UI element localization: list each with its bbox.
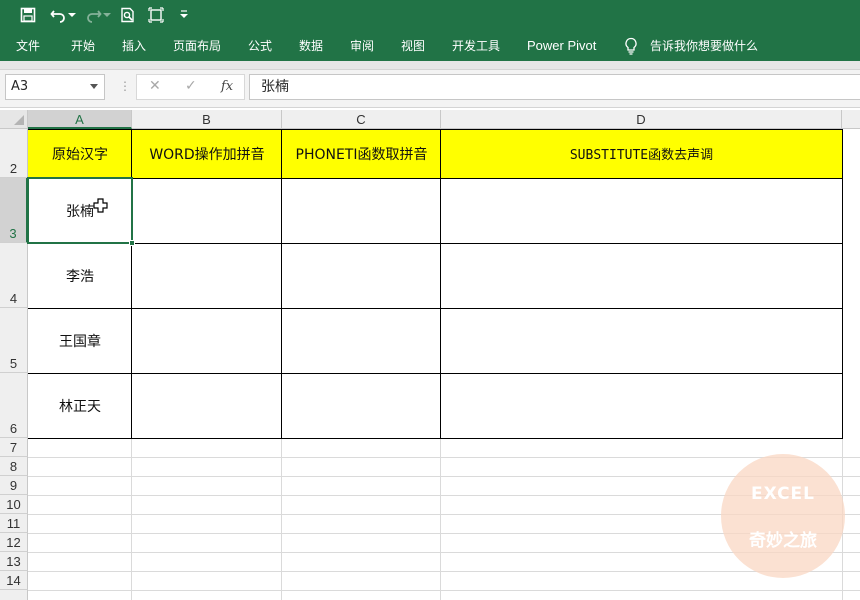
row-header-5[interactable]: 5 (0, 308, 28, 373)
gridline (28, 457, 860, 458)
cell-a2[interactable]: 原始汉字 (28, 129, 132, 178)
row-header-3[interactable]: 3 (0, 178, 28, 243)
tab-review[interactable]: 审阅 (350, 31, 374, 61)
table-border (28, 308, 843, 309)
lightbulb-icon (624, 31, 640, 61)
cell-a5[interactable]: 王国章 (28, 308, 132, 373)
cell-a4[interactable]: 李浩 (28, 243, 132, 308)
table-border (28, 373, 843, 374)
quick-access-toolbar (0, 0, 860, 31)
row-header-13[interactable]: 13 (0, 552, 28, 571)
formula-bar: A3 ⋮ ✕ ✓ fx 张楠 (0, 70, 860, 108)
print-preview-icon[interactable] (118, 4, 138, 26)
tell-me-search[interactable]: 告诉我你想要做什么 (650, 31, 758, 61)
redo-dropdown-icon[interactable] (102, 4, 112, 26)
undo-icon[interactable] (48, 4, 68, 26)
undo-dropdown-icon[interactable] (67, 4, 77, 26)
column-header-c[interactable]: C (282, 110, 441, 129)
formula-input[interactable]: 张楠 (249, 74, 860, 100)
watermark-line-2: 奇妙之旅 (749, 531, 817, 551)
save-icon[interactable] (18, 4, 38, 26)
tab-view[interactable]: 视图 (401, 31, 425, 61)
tab-file[interactable]: 文件 (16, 31, 40, 61)
column-header-b[interactable]: B (132, 110, 282, 129)
column-header-e[interactable] (842, 110, 860, 129)
row-header-4[interactable]: 4 (0, 243, 28, 308)
insert-function-icon[interactable]: fx (221, 79, 233, 94)
cancel-icon[interactable]: ✕ (149, 78, 161, 94)
chevron-down-icon[interactable] (90, 84, 98, 89)
row-header-8[interactable]: 8 (0, 457, 28, 476)
row-header-14[interactable]: 14 (0, 571, 28, 590)
enter-icon[interactable]: ✓ (185, 78, 197, 94)
table-border (281, 129, 282, 439)
name-box-value: A3 (11, 79, 29, 94)
row-header-2[interactable]: 2 (0, 129, 28, 178)
table-border (440, 129, 441, 439)
tab-data[interactable]: 数据 (299, 31, 323, 61)
watermark-line-1: EXCEL (750, 484, 816, 504)
row-header-15[interactable] (0, 590, 28, 600)
tab-power-pivot[interactable]: Power Pivot (527, 31, 596, 61)
formula-buttons: ✕ ✓ fx (136, 74, 245, 100)
row-header-12[interactable]: 12 (0, 533, 28, 552)
row-header-11[interactable]: 11 (0, 514, 28, 533)
customize-qat-icon[interactable] (178, 4, 190, 26)
gridline (28, 590, 860, 591)
column-header-d[interactable]: D (441, 110, 842, 129)
ribbon-tabs: 文件 开始 插入 页面布局 公式 数据 审阅 视图 开发工具 Power Piv… (0, 31, 860, 61)
select-all-button[interactable] (0, 110, 28, 129)
row-header-7[interactable]: 7 (0, 438, 28, 457)
active-cell-selection[interactable] (27, 177, 133, 244)
cell-a6[interactable]: 林正天 (28, 373, 132, 438)
cell-cursor-icon (93, 198, 109, 218)
tab-formulas[interactable]: 公式 (248, 31, 272, 61)
tab-home[interactable]: 开始 (71, 31, 95, 61)
tab-insert[interactable]: 插入 (122, 31, 146, 61)
watermark-logo: EXCEL 奇妙之旅 (721, 454, 845, 578)
table-border (28, 243, 843, 244)
tab-developer[interactable]: 开发工具 (452, 31, 500, 61)
name-box[interactable]: A3 (5, 74, 105, 100)
table-border (131, 129, 132, 439)
cell-c2[interactable]: PHONETI函数取拼音 (282, 129, 441, 178)
row-header-6[interactable]: 6 (0, 373, 28, 438)
table-border (28, 129, 843, 130)
cell-d2[interactable]: SUBSTITUTE函数去声调 (441, 129, 842, 178)
cell-b2[interactable]: WORD操作加拼音 (132, 129, 282, 178)
tab-page-layout[interactable]: 页面布局 (173, 31, 221, 61)
table-border (28, 178, 843, 179)
fill-handle[interactable] (129, 240, 135, 246)
redo-icon[interactable] (84, 4, 104, 26)
column-header-a[interactable]: A (28, 110, 132, 129)
more-options-icon[interactable]: ⋮ (119, 79, 131, 93)
touch-mode-icon[interactable] (146, 4, 166, 26)
gridline (28, 571, 860, 572)
table-border (842, 129, 843, 439)
row-header-9[interactable]: 9 (0, 476, 28, 495)
row-header-10[interactable]: 10 (0, 495, 28, 514)
table-border (28, 438, 843, 439)
ribbon-collapsed-area (0, 61, 860, 70)
